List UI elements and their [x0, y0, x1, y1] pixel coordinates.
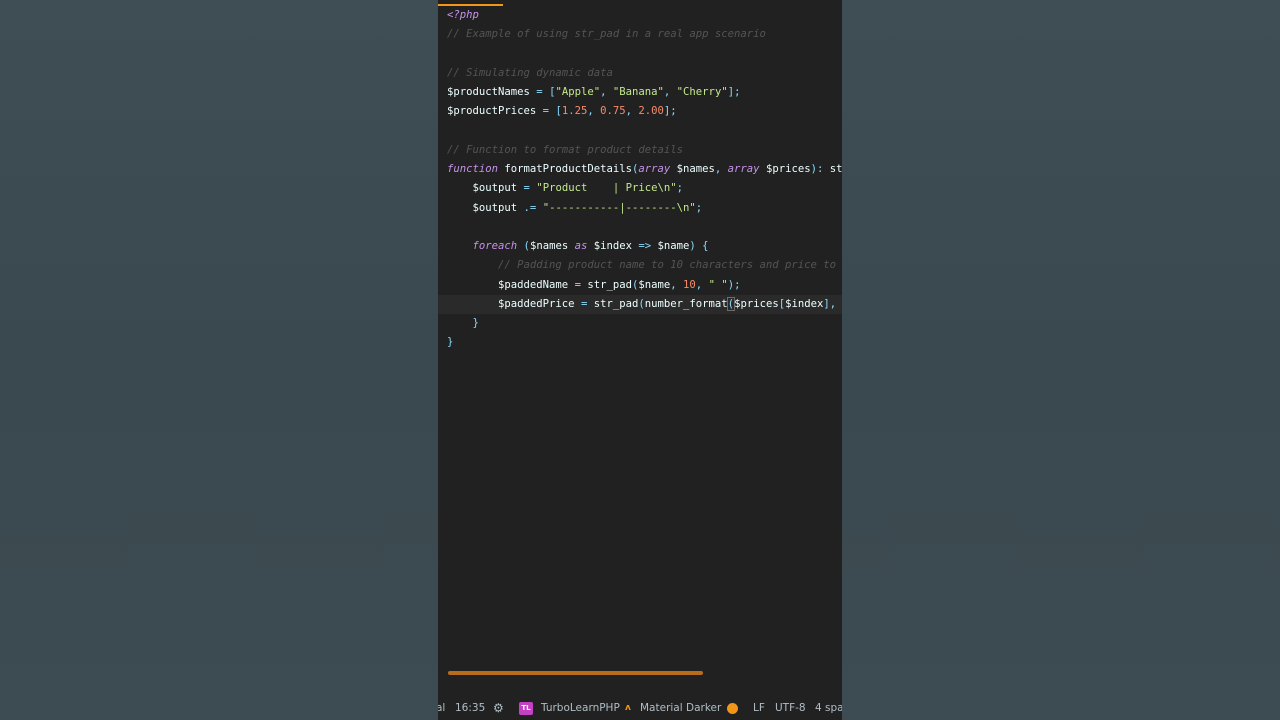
- video-backdrop-left: [0, 0, 438, 720]
- code-line[interactable]: function formatProductDetails(array $nam…: [447, 160, 842, 179]
- code-token: =: [529, 86, 550, 98]
- code-token: ,: [625, 105, 639, 118]
- code-token: "Product | Price\n": [536, 182, 677, 195]
- code-token: formatProductDetails: [498, 163, 632, 175]
- code-token: // Function to format product details: [447, 143, 683, 156]
- code-token: string: [829, 163, 842, 175]
- code-token: ,: [587, 105, 601, 118]
- code-token: =>: [632, 240, 658, 252]
- code-token: $paddedPrice: [447, 297, 575, 310]
- status-plugin-name[interactable]: TurboLearnPHP: [541, 697, 620, 720]
- code-token: " ": [708, 278, 728, 291]
- code-line[interactable]: // Padding product name to 10 characters…: [447, 256, 842, 275]
- code-line[interactable]: }: [447, 314, 479, 333]
- code-token: $output: [447, 182, 518, 195]
- code-token: ,: [663, 86, 677, 98]
- video-backdrop-right: [842, 0, 1280, 720]
- code-token: ,: [714, 163, 728, 175]
- code-token: ,: [695, 278, 709, 291]
- code-token: =: [517, 182, 537, 195]
- code-line[interactable]: $productPrices = [1.25, 0.75, 2.00];: [447, 102, 677, 121]
- code-token: str_pad: [587, 278, 632, 291]
- code-token: $name: [638, 278, 671, 291]
- code-token: array: [638, 163, 671, 175]
- code-token: ;: [676, 182, 684, 195]
- status-theme-name[interactable]: Material Darker: [640, 697, 721, 720]
- code-token: "Banana": [612, 86, 664, 98]
- material-theme-icon: ʌ: [625, 703, 631, 713]
- code-token: array: [727, 163, 760, 175]
- code-line[interactable]: // Example of using str_pad in a real ap…: [447, 25, 766, 44]
- horizontal-scrollbar[interactable]: [448, 671, 703, 675]
- code-token: $paddedName: [447, 278, 569, 291]
- code-token: $names: [529, 240, 569, 252]
- code-line[interactable]: $productNames = ["Apple", "Banana", "Che…: [447, 83, 740, 102]
- code-token: $prices: [759, 163, 811, 175]
- code-token: .=: [517, 201, 543, 214]
- code-token: // Example of using str_pad in a real ap…: [447, 28, 766, 41]
- code-token: $output: [447, 201, 518, 214]
- status-truncated-item[interactable]: al: [438, 697, 445, 720]
- notification-dot-icon[interactable]: [727, 703, 738, 714]
- code-token: <?php: [447, 9, 479, 21]
- code-token: ];: [663, 105, 677, 118]
- code-token: function: [447, 163, 499, 175]
- code-token: =: [568, 278, 588, 291]
- code-token: 0.75: [600, 105, 626, 118]
- code-token: $index: [593, 240, 633, 252]
- code-token: "Cherry": [676, 86, 728, 98]
- code-token: "-----------|--------\n": [542, 201, 696, 214]
- code-token: $prices: [734, 297, 779, 310]
- code-token: );: [727, 278, 741, 291]
- code-token: }: [447, 317, 479, 329]
- status-indent[interactable]: 4 spaces: [815, 697, 842, 720]
- code-token: ):: [810, 163, 830, 175]
- code-token: // Padding product name to 10 characters…: [498, 259, 837, 272]
- status-encoding[interactable]: UTF-8: [775, 697, 806, 720]
- code-token: // Simulating dynamic data: [447, 66, 613, 79]
- code-token: ,: [600, 86, 613, 98]
- code-token: =: [574, 297, 594, 310]
- code-line[interactable]: $output = "Product | Price\n";: [447, 179, 684, 198]
- code-token: ],: [823, 297, 842, 310]
- code-token: 10: [683, 278, 696, 291]
- code-line[interactable]: $output .= "-----------|--------\n";: [447, 199, 703, 218]
- code-token: $productPrices: [447, 105, 537, 118]
- status-line-separator[interactable]: LF: [753, 697, 765, 720]
- code-line[interactable]: // Simulating dynamic data: [447, 64, 613, 83]
- code-token: "Apple": [555, 86, 601, 98]
- bug-icon[interactable]: ⚙: [493, 697, 504, 720]
- code-line[interactable]: <?php: [447, 6, 479, 25]
- code-line[interactable]: }: [447, 333, 453, 352]
- code-token: ;: [695, 201, 703, 214]
- code-token: $name: [657, 240, 690, 252]
- code-line[interactable]: foreach ($names as $index => $name) {: [447, 237, 709, 256]
- code-token: (: [517, 240, 530, 252]
- code-line[interactable]: // Function to format product details: [447, 141, 683, 160]
- code-token: 2.00: [638, 105, 664, 118]
- code-token: number_format: [644, 297, 728, 310]
- code-token: =: [536, 105, 556, 118]
- code-editor[interactable]: <?php // Example of using str_pad in a re…: [438, 6, 842, 664]
- code-token: $names: [670, 163, 715, 175]
- turbolearn-plugin-icon: TL: [519, 702, 533, 715]
- code-token: $productNames: [447, 86, 530, 98]
- code-token: }: [447, 336, 454, 349]
- code-token: 1.25: [561, 105, 588, 118]
- code-token: as: [568, 240, 594, 252]
- ide-window: <?php // Example of using str_pad in a re…: [438, 0, 842, 720]
- code-token: $index: [785, 297, 824, 310]
- code-token: ,: [670, 278, 684, 291]
- code-line[interactable]: $paddedName = str_pad($name, 10, " ");: [447, 276, 740, 295]
- code-token: ) {: [689, 240, 709, 252]
- code-token: str_pad: [593, 297, 639, 310]
- status-time: 16:35: [455, 702, 486, 714]
- code-token: foreach: [447, 240, 518, 252]
- status-bar: al 16:35 ⚙ TL TurboLearnPHP ʌ Material D…: [438, 697, 842, 720]
- code-line[interactable]: $paddedPrice = str_pad(number_format($pr…: [447, 295, 842, 314]
- code-token: ];: [727, 86, 741, 98]
